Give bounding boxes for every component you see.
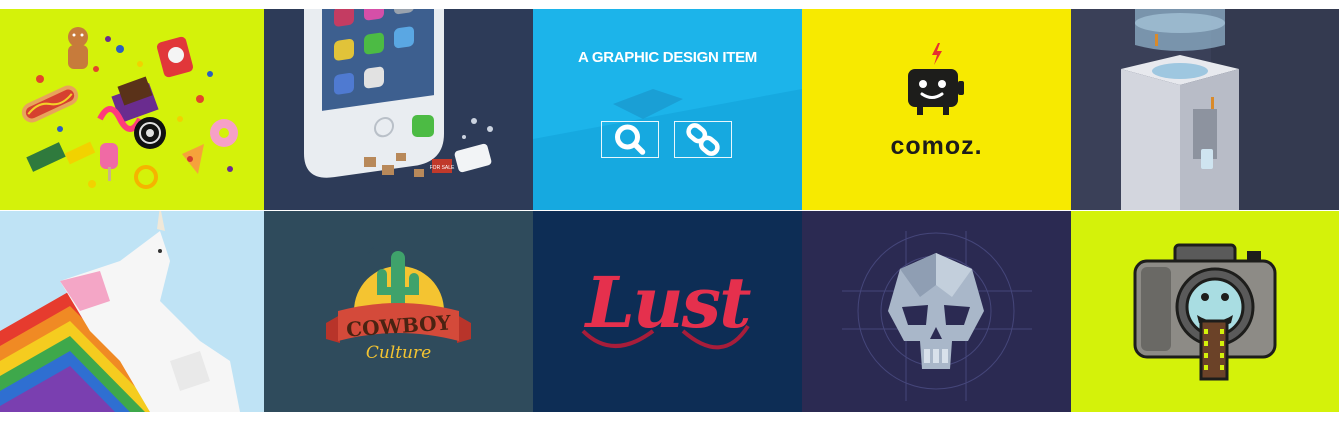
portfolio-item-comoz[interactable]: comoz.	[802, 9, 1071, 210]
for-sale-sign: FOR SALE	[430, 165, 455, 171]
hover-item-title: A GRAPHIC DESIGN ITEM	[578, 49, 757, 66]
comoz-robot-logo	[908, 43, 964, 115]
hover-overlay-bg	[533, 89, 802, 210]
iphone-illustration: FOR SALE	[304, 9, 493, 178]
portfolio-item-hover[interactable]: A GRAPHIC DESIGN ITEM	[533, 9, 802, 210]
portfolio-item-cowboy[interactable]: COWBOY Culture	[264, 211, 533, 412]
link-button[interactable]	[674, 121, 732, 158]
portfolio-item-camera[interactable]	[1071, 211, 1339, 412]
portfolio-item-water-cooler[interactable]	[1071, 9, 1339, 210]
link-icon	[686, 123, 720, 156]
unicorn-illustration	[0, 211, 240, 412]
portfolio-item-unicorn[interactable]	[0, 211, 264, 412]
comoz-wordmark: comoz.	[890, 132, 983, 160]
camera-monster-illustration	[1133, 243, 1277, 381]
search-icon	[615, 124, 646, 155]
water-cooler-illustration	[1071, 9, 1239, 210]
skull-illustration	[842, 231, 1032, 401]
lust-word: Lust	[585, 261, 752, 344]
portfolio-item-iphone[interactable]: FOR SALE	[264, 9, 533, 210]
candy-illustration	[21, 27, 238, 189]
portfolio-grid: FOR SALE A GRAPHIC DESIGN ITEM comoz. CO…	[0, 9, 1339, 412]
portfolio-item-skull[interactable]	[802, 211, 1071, 412]
portfolio-item-lust[interactable]: Lust	[533, 211, 802, 412]
portfolio-item-candy[interactable]	[0, 9, 264, 210]
zoom-button[interactable]	[601, 121, 659, 158]
culture-script: Culture	[365, 343, 432, 363]
